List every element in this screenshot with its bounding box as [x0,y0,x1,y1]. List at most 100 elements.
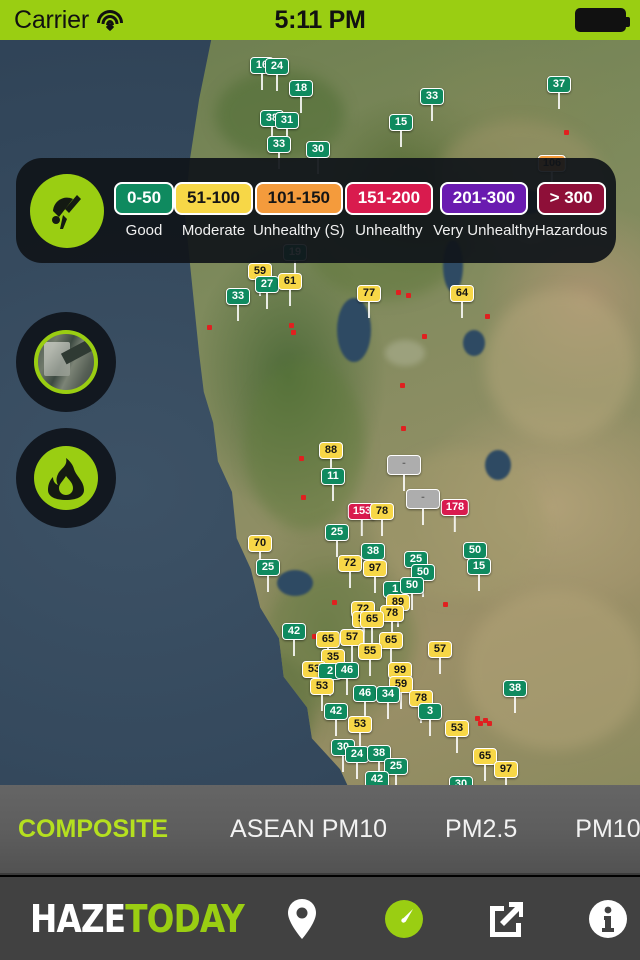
aqi-marker[interactable]: 64 [450,285,474,318]
aqi-marker[interactable]: 53 [445,720,469,753]
info-icon[interactable] [585,896,631,942]
legend-range-chip: 51-100 [174,182,253,215]
aqi-marker[interactable]: 53 [348,716,372,749]
aqi-marker-value: 65 [379,632,403,649]
aqi-marker[interactable]: 24 [265,58,289,91]
aqi-marker-stem [387,703,389,719]
legend-item: 51-100 Moderate [174,182,253,239]
satellite-layer-button[interactable] [16,312,116,412]
aqi-marker[interactable]: 31 [275,112,299,145]
aqi-marker[interactable]: 34 [376,686,400,719]
aqi-marker[interactable]: 46 [353,685,377,718]
aqi-marker[interactable]: - [406,489,440,525]
aqi-marker[interactable]: 88 [319,442,343,475]
aqi-marker[interactable]: 38 [361,543,385,576]
aqi-marker[interactable]: 97 [363,560,387,593]
aqi-marker-stem [429,720,431,736]
fire-hotspot [487,721,492,726]
legend-range-chip: 0-50 [114,182,175,215]
aqi-marker[interactable]: 57 [428,641,452,674]
tab-asean-pm10[interactable]: ASEAN PM10 [230,815,387,844]
aqi-marker-stem [332,485,334,501]
aqi-legend-panel: 0-50 Good 51-100 Moderate 101-150 Unhealthy (… [16,158,616,263]
aqi-marker-value: 3 [418,703,442,720]
aqi-marker[interactable]: 30 [449,776,473,785]
aqi-marker[interactable]: 37 [547,76,571,109]
logo-haze: HAZE [30,896,126,941]
aqi-marker[interactable]: 65 [316,631,340,664]
aqi-marker[interactable]: 18 [289,80,313,113]
legend-category-label: Good [125,222,163,239]
aqi-marker[interactable]: 70 [248,535,272,568]
aqi-marker[interactable]: 24 [345,746,369,779]
aqi-marker-stem [342,756,344,772]
aqi-marker-value: 15 [467,558,491,575]
aqi-marker-stem [374,577,376,593]
aqi-marker-stem [237,305,239,321]
aqi-marker[interactable]: 46 [335,662,359,695]
legend-range-chip: 101-150 [254,182,344,215]
aqi-marker[interactable]: 61 [278,273,302,306]
aqi-marker[interactable]: 178 [440,499,470,532]
aqi-marker[interactable]: 25 [256,559,280,592]
aqi-marker[interactable]: 78 [370,503,394,536]
aqi-marker-value: 53 [348,716,372,733]
aqi-marker[interactable]: 77 [357,285,381,318]
legend-category-label: Moderate [181,222,246,239]
aqi-marker[interactable]: 38 [503,680,527,713]
aqi-marker[interactable]: 65 [360,611,384,644]
aqi-marker[interactable]: 42 [365,771,389,785]
aqi-marker[interactable]: 15 [467,558,491,591]
aqi-marker[interactable]: 25 [325,524,349,557]
fire-hotspot [332,600,337,605]
aqi-marker[interactable]: 33 [420,88,444,121]
aqi-marker-value: 42 [282,623,306,640]
aqi-marker[interactable]: 30 [306,141,330,174]
aqi-marker-value: 61 [278,273,302,290]
satellite-map-thumbnail-icon [34,330,98,394]
aqi-marker[interactable]: 97 [494,761,518,785]
aqi-marker-value: 53 [445,720,469,737]
aqi-marker[interactable]: 50 [400,577,424,610]
tab-pm2-5[interactable]: PM2.5 [445,815,517,844]
fire-hotspot [301,495,306,500]
aqi-marker[interactable]: 33 [226,288,250,321]
aqi-marker-value: 50 [463,542,487,559]
fire-hotspot [401,426,406,431]
aqi-marker-stem [346,679,348,695]
aqi-marker[interactable]: 3 [418,703,442,736]
aqi-marker[interactable]: 55 [358,643,382,676]
measurement-tab-bar[interactable]: COMPOSITE ASEAN PM10 PM2.5 PM10 [0,785,640,875]
aqi-marker-value: 65 [316,631,340,648]
aqi-marker-value: 77 [357,285,381,302]
aqi-marker[interactable]: 53 [310,678,334,711]
tab-pm10[interactable]: PM10 [575,815,640,844]
aqi-marker[interactable]: 50 [463,542,487,575]
aqi-marker[interactable]: 11 [321,468,345,501]
aqi-marker-stem [461,302,463,318]
aqi-marker[interactable]: 33 [267,136,291,169]
aqi-marker[interactable]: - [387,455,421,491]
fire-hotspot [485,314,490,319]
aqi-marker[interactable]: 15 [389,114,413,147]
location-pin-icon[interactable] [279,896,325,942]
tab-composite[interactable]: COMPOSITE [18,815,168,844]
fire-layer-button[interactable] [16,428,116,528]
aqi-marker[interactable]: 42 [282,623,306,656]
aqi-marker-value: 25 [325,524,349,541]
aqi-marker-stem [381,520,383,536]
clock-label: 5:11 PM [274,5,366,34]
aqi-marker[interactable]: 27 [255,276,279,309]
aqi-marker-value: 33 [420,88,444,105]
share-icon[interactable] [483,896,529,942]
aqi-marker-value: 65 [360,611,384,628]
map-canvas[interactable]: 1624183831333015333710619592761337764881… [0,40,640,785]
aqi-marker[interactable]: 72 [338,555,362,588]
aqi-marker-value: 30 [306,141,330,158]
aqi-marker[interactable]: 65 [379,632,403,665]
aqi-marker[interactable]: 42 [324,703,348,736]
aqi-marker-stem [261,74,263,90]
gauge-icon[interactable] [381,896,427,942]
aqi-marker-stem [478,575,480,591]
logo-today: TODAY [125,896,245,941]
